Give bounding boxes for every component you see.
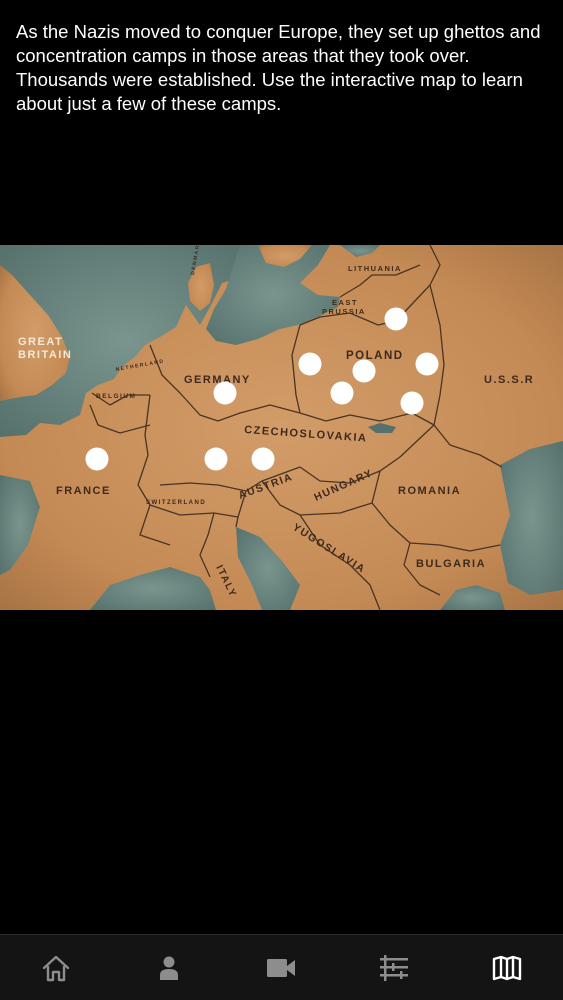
tab-timeline[interactable]: [338, 935, 451, 1000]
home-icon: [43, 955, 70, 982]
camp-marker[interactable]: [400, 391, 424, 415]
camp-marker[interactable]: [384, 307, 408, 331]
label-lithuania: LITHUANIA: [348, 264, 402, 273]
label-france: FRANCE: [56, 485, 111, 497]
tab-video[interactable]: [225, 935, 338, 1000]
video-camera-icon: [267, 959, 296, 977]
camp-marker[interactable]: [415, 352, 439, 376]
camp-marker[interactable]: [330, 381, 354, 405]
camp-marker[interactable]: [352, 359, 376, 383]
label-east: EAST: [332, 298, 358, 307]
camp-marker[interactable]: [213, 381, 237, 405]
camp-marker[interactable]: [251, 447, 275, 471]
tab-home[interactable]: [0, 935, 113, 1000]
camp-marker[interactable]: [85, 447, 109, 471]
label-britain: BRITAIN: [18, 349, 72, 361]
label-poland: POLAND: [346, 350, 404, 362]
europe-map-svg: LITHUANIA EAST PRUSSIA GREAT BRITAIN POL…: [0, 245, 563, 610]
tab-bar: [0, 934, 563, 1000]
sea-black: [500, 441, 563, 595]
label-great: GREAT: [18, 336, 63, 348]
tab-map[interactable]: [450, 935, 563, 1000]
camp-marker[interactable]: [204, 447, 228, 471]
map-icon: [492, 955, 521, 981]
label-ussr: U.S.S.R: [484, 374, 534, 386]
person-icon: [159, 956, 178, 980]
label-belgium: BELGIUM: [96, 393, 136, 400]
label-romania: ROMANIA: [398, 485, 461, 497]
label-bulgaria: BULGARIA: [416, 558, 486, 570]
label-germany: GERMANY: [184, 374, 251, 386]
tab-people[interactable]: [113, 935, 226, 1000]
intro-text: As the Nazis moved to conquer Europe, th…: [16, 21, 541, 114]
label-prussia: PRUSSIA: [322, 307, 366, 316]
timeline-icon: [380, 955, 409, 981]
label-switzerland: SWITZERLAND: [146, 500, 206, 506]
camp-marker[interactable]: [298, 352, 322, 376]
europe-map[interactable]: LITHUANIA EAST PRUSSIA GREAT BRITAIN POL…: [0, 245, 563, 610]
